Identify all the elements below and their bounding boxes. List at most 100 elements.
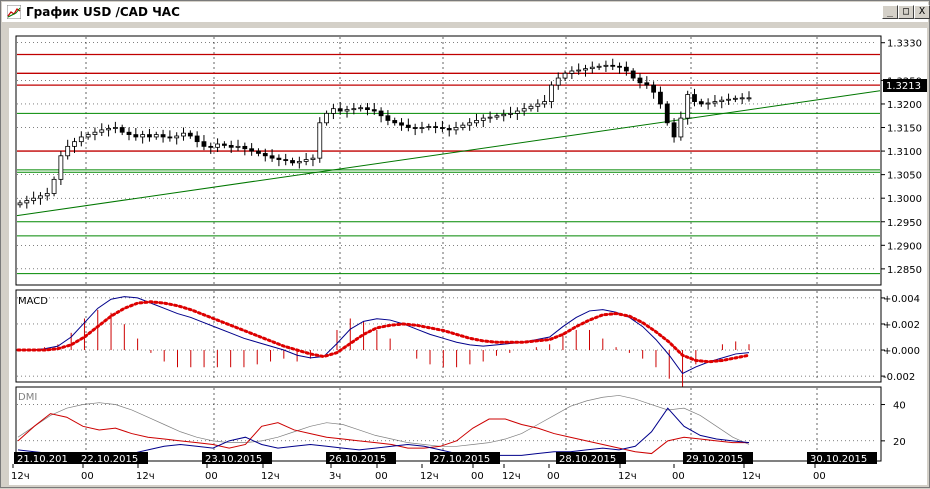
candle-body [467,122,473,126]
date-label: 29.10.2015 [686,454,743,465]
candle-body [664,103,670,124]
candle-body [726,98,731,101]
hour-label: 12ч [261,471,280,482]
candle-body [576,69,582,72]
candle-body [249,148,255,152]
candle-body [637,77,643,84]
date-label: 27.10.2015 [433,454,490,465]
candle-body [508,112,513,115]
hour-label: 00 [81,471,94,482]
price-axis-label: 1.3100 [887,147,922,158]
date-label: 30.10.2015 [810,454,867,465]
candle-body [596,65,602,68]
hour-label: 00 [813,471,826,482]
candle-body [685,94,691,119]
candle-body [44,193,50,197]
candle-body [147,134,152,138]
macd-axis-label: +0.004 [883,294,920,305]
candle-body [331,108,336,114]
candle-body [569,70,575,74]
date-label: 28.10.2015 [559,454,616,465]
macd-axis-label: +0.000 [883,346,920,357]
current-price-badge: 1.3213 [883,79,927,92]
candle-body [610,64,616,67]
dmi-axis-label: 20 [893,437,906,448]
candle-body [617,65,622,68]
candle-body [78,136,84,143]
candle-body [174,135,180,139]
candle-body [296,161,302,164]
candle-body [671,122,677,138]
dmi-panel [15,386,882,462]
macd-axis-label: +0.002 [883,320,920,331]
macd-title: MACD [18,296,48,307]
candle-body [228,145,234,148]
candle-body [242,145,248,150]
title-bar[interactable]: График USD /CAD ЧАС _ □ X [2,2,930,22]
candle-body [405,124,411,128]
candle-body [562,72,568,79]
candle-body [440,127,445,129]
price-axis-label: 1.3000 [887,194,922,205]
candle-body [337,108,343,112]
candle-body [153,134,159,138]
candle-body [460,124,466,128]
candle-body [644,82,650,86]
hour-label: 3ч [329,471,341,482]
candle-body [31,197,37,201]
minimize-button[interactable]: _ [882,5,898,19]
price-axis-label: 1.3330 [887,39,922,50]
candle-body [446,128,452,131]
price-axis-label: 1.3050 [887,171,922,182]
candle-body [705,102,711,105]
hour-label: 12ч [502,471,521,482]
candle-body [549,84,554,103]
candle-body [365,107,370,111]
candle-body [201,141,207,147]
candle-body [72,141,77,147]
candle-body [555,77,561,86]
candle-body [678,117,684,138]
date-label: 21.10.201 [17,454,68,465]
candle-body [514,110,520,114]
dmi-title: DMI [18,392,37,403]
candle-body [501,113,507,117]
candle-body [85,134,91,138]
dmi-axis-label: 40 [893,401,906,412]
candle-body [630,70,636,79]
price-axis-label: 1.2950 [887,218,922,229]
candle-body [187,132,193,137]
candle-body [276,157,282,160]
candle-body [583,68,588,71]
hour-label: 00 [672,471,685,482]
candle-body [542,101,548,105]
candle-body [119,127,125,133]
candle-body [24,200,30,204]
candle-body [310,157,316,160]
candle-body [392,120,398,124]
candle-body [235,145,241,148]
chart-canvas[interactable]: 1.33301.32501.32001.31501.31001.30501.30… [9,28,927,485]
current-price-label: 1.3213 [886,81,921,92]
candle-body [623,66,629,72]
candle-body [344,109,350,112]
maximize-button[interactable]: □ [898,5,914,19]
price-axis-label: 1.3150 [887,124,922,135]
candle-body [317,122,323,159]
close-button[interactable]: X [914,5,930,19]
candle-body [521,108,527,112]
candle-body [528,105,534,110]
candle-body [692,94,697,103]
hour-label: 00 [205,471,218,482]
candle-body [181,132,186,137]
candle-body [419,127,425,129]
chart-area[interactable]: 1.33301.32501.32001.31501.31001.30501.30… [9,28,927,485]
candle-body [658,91,663,105]
candle-body [719,99,725,103]
candle-body [221,143,227,146]
candle-body [453,127,459,131]
candle-body [746,97,752,100]
hour-label: 00 [375,471,388,482]
price-axis-label: 1.2850 [887,265,922,276]
hour-label: 12ч [420,471,439,482]
